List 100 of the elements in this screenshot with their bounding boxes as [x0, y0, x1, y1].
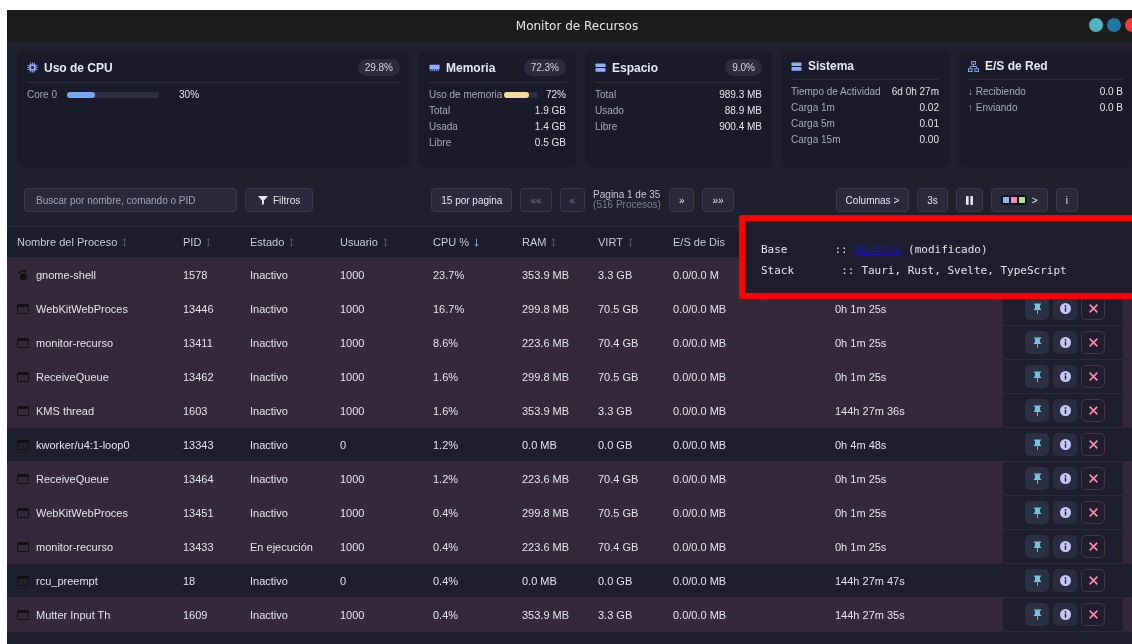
process-row[interactable]: monitor-recurso 13433 En ejecución 1000 0.4% 223.6 MB 70.4 GB 0.0/0.0 MB 0h 1m 25s [7, 530, 1132, 564]
process-row[interactable]: KMS thread 1603 Inactivo 1000 1.6% 353.9 MB 3.3 GB 0.0/0.0 MB 144h 27m 36s [7, 394, 1132, 428]
column-header[interactable]: Nombre del Proceso [7, 236, 183, 248]
last-page-button[interactable]: »» [702, 188, 734, 212]
window-icon [17, 404, 29, 417]
pin-button[interactable] [1025, 297, 1049, 320]
table-cell: 0h 1m 25s [835, 472, 887, 485]
table-cell: 1.6% [433, 370, 459, 383]
pin-button[interactable] [1025, 433, 1049, 456]
process-row[interactable]: ReceiveQueue 13464 Inactivo 1000 1.2% 223.6 MB 70.4 GB 0.0/0.0 MB 0h 1m 25s [7, 462, 1132, 496]
process-row[interactable]: monitor-recurso 13411 Inactivo 1000 8.6% 223.6 MB 70.4 GB 0.0/0.0 MB 0h 1m 25s [7, 326, 1132, 360]
table-cell: 0.0/0.0 MB [673, 608, 727, 621]
card-title: Espacio [612, 60, 660, 75]
first-page-button[interactable]: «« [520, 188, 552, 212]
table-cell: 0.4% [433, 540, 459, 553]
column-header[interactable]: RAM [522, 236, 598, 248]
kill-button[interactable] [1081, 365, 1105, 388]
process-row[interactable]: WebKitWebProces 13451 Inactivo 1000 0.4% 299.8 MB 70.5 GB 0.0/0.0 MB 0h 1m 25s [7, 496, 1132, 530]
window-icon [17, 336, 29, 349]
info-button[interactable] [1053, 501, 1077, 524]
window-icon [17, 302, 29, 315]
stat-value: 0.5 GB [534, 137, 566, 148]
info-button[interactable]: i [1055, 188, 1078, 212]
stat-label: Libre [595, 121, 618, 132]
info-button[interactable] [1053, 331, 1077, 354]
close-icon [1087, 507, 1099, 518]
pin-icon [1031, 371, 1043, 382]
process-row[interactable]: Mutter Input Th 1609 Inactivo 1000 0.4% 353.9 MB 3.3 GB 0.0/0.0 MB 144h 27m 35s [7, 598, 1132, 632]
pin-button[interactable] [1025, 365, 1049, 388]
pin-button[interactable] [1025, 501, 1049, 524]
window-control[interactable] [1089, 18, 1103, 32]
stat-value: 88.9 MB [724, 105, 762, 116]
pin-button[interactable] [1025, 535, 1049, 558]
table-cell: 1000 [340, 336, 365, 349]
column-header[interactable]: PID [183, 236, 250, 248]
previous-page-button[interactable]: « [559, 188, 586, 212]
filters-button[interactable]: Filtros [245, 188, 314, 212]
card-title: Sistema [808, 59, 856, 73]
table-cell: 0.0 MB [522, 438, 557, 451]
column-header[interactable]: CPU % [433, 236, 522, 248]
refresh-interval-button[interactable]: 3s [917, 188, 948, 212]
table-cell: 223.6 MB [522, 540, 570, 553]
close-icon [1087, 439, 1099, 450]
kill-button[interactable] [1081, 501, 1105, 524]
window-icon [17, 438, 29, 451]
info-button[interactable] [1053, 433, 1077, 456]
table-cell: 0.0 GB [598, 574, 633, 587]
pin-icon [1031, 439, 1043, 450]
info-icon [1059, 507, 1071, 518]
percent-badge: 72.3% [523, 59, 566, 76]
process-row[interactable]: ReceiveQueue 13462 Inactivo 1000 1.6% 299.8 MB 70.5 GB 0.0/0.0 MB 0h 1m 25s [7, 360, 1132, 394]
pin-icon [1031, 473, 1043, 484]
about-value: Tauri, Rust, Svelte, TypeScript [861, 264, 1067, 277]
kill-button[interactable] [1081, 331, 1105, 354]
kill-button[interactable] [1081, 603, 1105, 626]
pin-button[interactable] [1025, 399, 1049, 422]
pause-button[interactable] [955, 188, 983, 212]
kill-button[interactable] [1081, 569, 1105, 592]
table-cell: Inactivo [250, 370, 288, 383]
info-button[interactable] [1053, 535, 1077, 558]
per-page-button[interactable]: 15 por pagina [431, 188, 513, 212]
kill-button[interactable] [1081, 467, 1105, 490]
kill-button[interactable] [1081, 297, 1105, 320]
window-icon [17, 608, 29, 621]
kill-button[interactable] [1081, 433, 1105, 456]
search-field[interactable]: Buscar por nombre, comando o PID [24, 188, 237, 212]
pin-button[interactable] [1025, 603, 1049, 626]
table-cell: 13433 [183, 540, 214, 553]
table-cell: 1.2% [433, 472, 459, 485]
kill-button[interactable] [1081, 399, 1105, 422]
theme-button[interactable]: > [990, 188, 1048, 212]
info-button[interactable] [1053, 569, 1077, 592]
table-cell: 0.0/0.0 MB [673, 574, 727, 587]
table-cell: 70.4 GB [598, 540, 639, 553]
window-control[interactable] [1107, 18, 1121, 32]
info-icon [1059, 371, 1071, 382]
pin-button[interactable] [1025, 467, 1049, 490]
process-row[interactable]: WebKitWebProces 13446 Inactivo 1000 16.7% 299.8 MB 70.5 GB 0.0/0.0 MB 0h 1m 25s [7, 292, 1132, 326]
info-button[interactable] [1053, 365, 1077, 388]
next-page-button[interactable]: » [668, 188, 695, 212]
pin-button[interactable] [1025, 569, 1049, 592]
pin-button[interactable] [1025, 331, 1049, 354]
column-header[interactable]: Usuario [340, 236, 433, 248]
info-icon [1059, 303, 1071, 314]
info-button[interactable] [1053, 297, 1077, 320]
stat-value: 1.9 GB [534, 105, 566, 116]
about-separator: :: [834, 243, 848, 256]
process-name: monitor-recurso [36, 540, 114, 553]
info-button[interactable] [1053, 399, 1077, 422]
info-button[interactable] [1053, 603, 1077, 626]
column-header[interactable]: E/S de Dis [673, 236, 725, 248]
columns-button[interactable]: Columnas > [835, 188, 910, 212]
column-header[interactable]: VIRT [598, 236, 673, 248]
info-icon [1059, 337, 1071, 348]
table-cell: 3.3 GB [598, 608, 633, 621]
info-button[interactable] [1053, 467, 1077, 490]
column-header[interactable]: Estado [250, 236, 340, 248]
table-cell: 1578 [183, 268, 208, 281]
table-cell: 0h 1m 25s [835, 302, 887, 315]
kill-button[interactable] [1081, 535, 1105, 558]
